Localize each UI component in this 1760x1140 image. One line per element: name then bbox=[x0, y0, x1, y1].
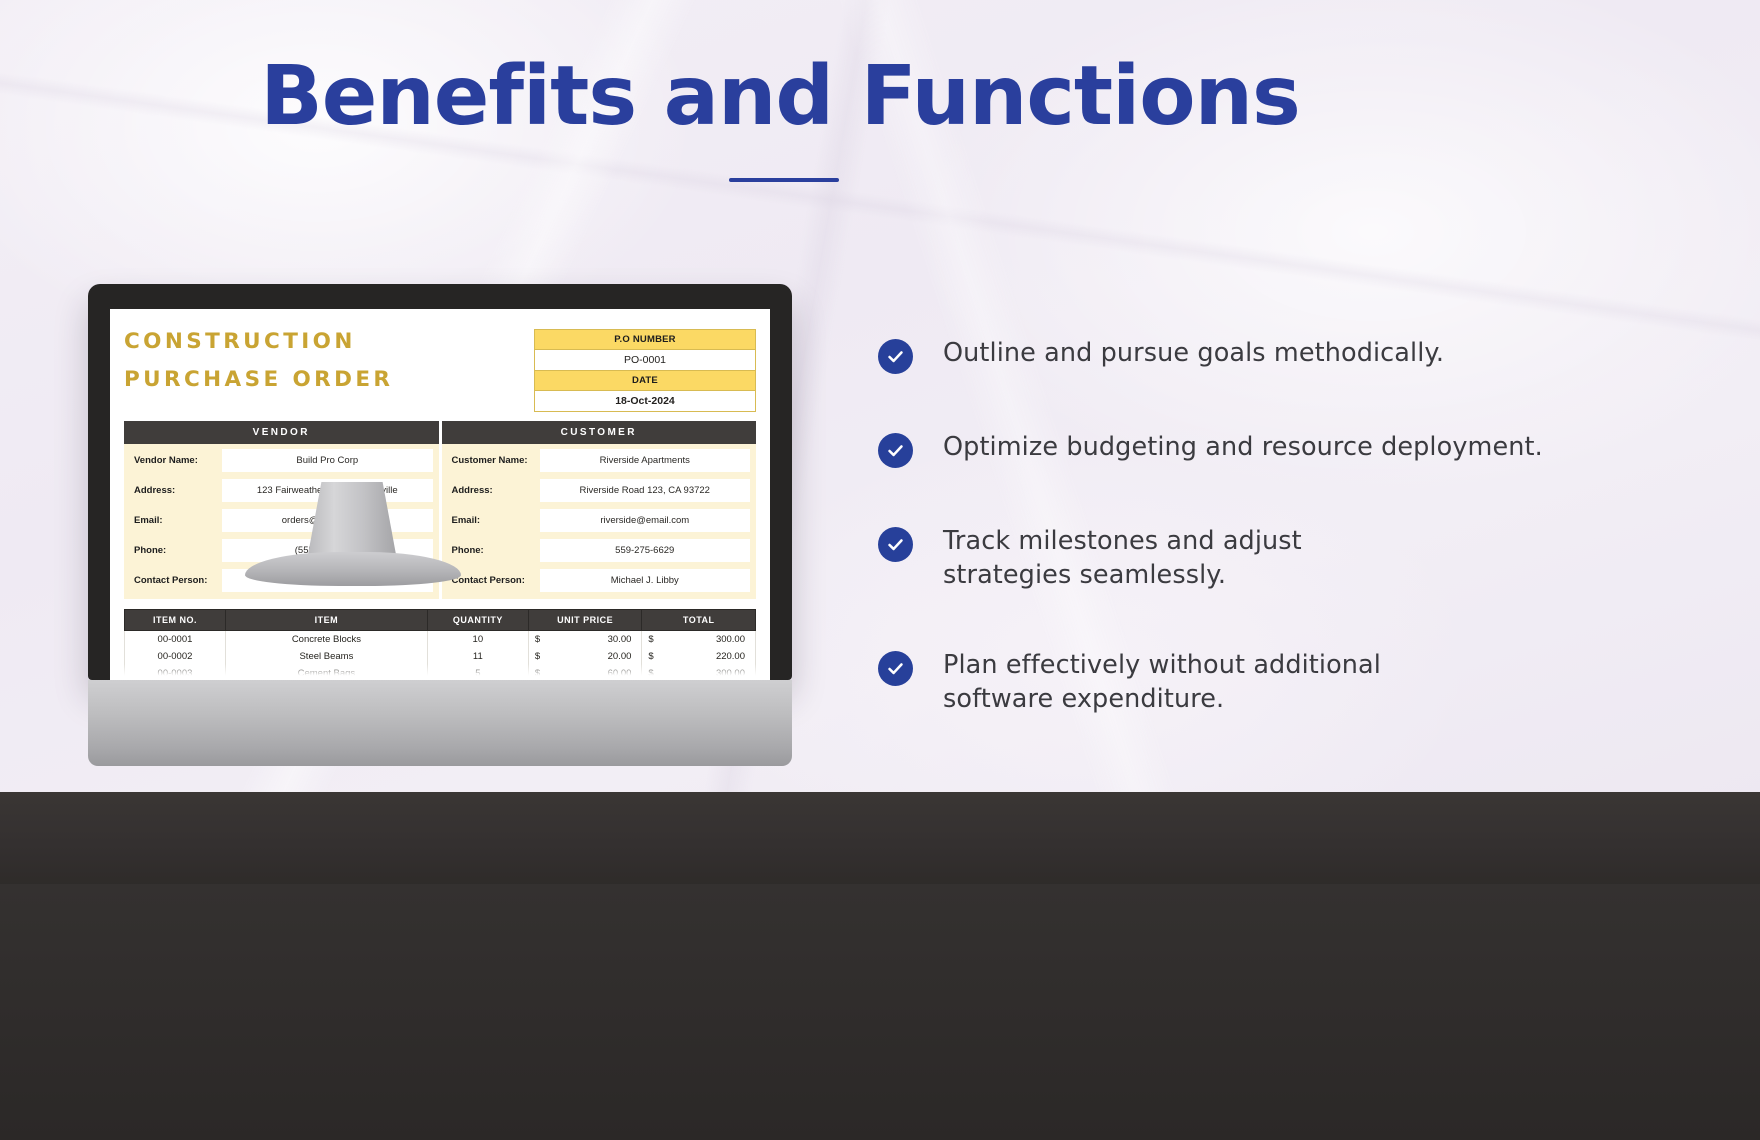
cell-item: Concrete Blocks bbox=[224, 630, 428, 648]
cell-total: 300.00 bbox=[715, 634, 745, 645]
cell-item-no: 00-0002 bbox=[124, 648, 226, 665]
vendor-name-row: Vendor Name: Build Pro Corp bbox=[130, 449, 433, 472]
customer-name-row: Customer Name: Riverside Apartments bbox=[448, 449, 750, 472]
customer-phone-label: Phone: bbox=[451, 545, 484, 556]
cell-item: Cement Bags bbox=[224, 665, 428, 680]
cell-total-currency: $ bbox=[648, 651, 654, 662]
column-header-item-no: ITEM NO. bbox=[124, 609, 226, 631]
desk-front-panel bbox=[0, 884, 1760, 1140]
document-title-line2: PURCHASE ORDER bbox=[124, 366, 394, 392]
title-underline-rule bbox=[729, 178, 839, 182]
cell-quantity: 11 bbox=[426, 648, 529, 665]
cell-unit-currency: $ bbox=[534, 634, 541, 645]
cell-unit-price: 30.00 bbox=[607, 634, 632, 645]
customer-name-label: Customer Name: bbox=[451, 455, 528, 466]
purchase-order-document: CONSTRUCTION PURCHASE ORDER P.O NUMBER P… bbox=[110, 309, 770, 680]
list-item-label: Optimize budgeting and resource deployme… bbox=[943, 432, 1543, 462]
vendor-phone-label: Phone: bbox=[134, 545, 167, 556]
cell-total-currency: $ bbox=[648, 668, 654, 679]
list-item-label: Outline and pursue goals methodically. bbox=[943, 338, 1445, 368]
list-item: Optimize budgeting and resource deployme… bbox=[878, 430, 1558, 468]
customer-phone-row: Phone: 559-275-6629 bbox=[448, 539, 750, 562]
customer-contact-value[interactable]: Michael J. Libby bbox=[539, 569, 750, 592]
table-header-row: ITEM NO. ITEM QUANTITY UNIT PRICE TOTAL bbox=[124, 609, 756, 631]
cell-unit-currency: $ bbox=[534, 668, 541, 679]
vendor-address-row: Address: 123 Fairweather Avenue, Cityvil… bbox=[130, 479, 433, 502]
cell-item-no: 00-0001 bbox=[124, 630, 226, 648]
cell-item: Steel Beams bbox=[224, 648, 428, 665]
customer-contact-label: Contact Person: bbox=[451, 575, 525, 586]
check-circle-icon bbox=[878, 527, 913, 562]
monitor-screen[interactable]: CONSTRUCTION PURCHASE ORDER P.O NUMBER P… bbox=[110, 309, 770, 680]
monitor-bezel: CONSTRUCTION PURCHASE ORDER P.O NUMBER P… bbox=[88, 284, 792, 680]
cell-quantity: 5 bbox=[426, 665, 529, 680]
document-title: CONSTRUCTION PURCHASE ORDER bbox=[124, 323, 393, 398]
customer-email-row: Email: riverside@email.com bbox=[448, 509, 750, 532]
vendor-heading: VENDOR bbox=[124, 421, 439, 444]
monitor-stand-base bbox=[245, 552, 461, 586]
table-row[interactable]: 00-0003 Cement Bags 5 $60.00 $300.00 bbox=[124, 665, 756, 680]
table-row[interactable]: 00-0002 Steel Beams 11 $20.00 $220.00 bbox=[124, 648, 756, 665]
vendor-email-label: Email: bbox=[134, 515, 163, 526]
cell-total: 300.00 bbox=[715, 668, 745, 679]
customer-email-label: Email: bbox=[451, 515, 481, 526]
customer-phone-value[interactable]: 559-275-6629 bbox=[539, 539, 750, 562]
table-row[interactable]: 00-0001 Concrete Blocks 10 $30.00 $300.0… bbox=[124, 630, 756, 648]
list-item: Plan effectively without additional soft… bbox=[878, 648, 1558, 716]
po-info-box: P.O NUMBER PO-0001 DATE 18-Oct-2024 bbox=[534, 329, 756, 412]
list-item: Outline and pursue goals methodically. bbox=[878, 336, 1558, 374]
customer-fields: Customer Name: Riverside Apartments Addr… bbox=[441, 444, 756, 599]
list-item-label: Plan effectively without additional soft… bbox=[943, 650, 1381, 715]
po-number-label: P.O NUMBER bbox=[534, 329, 756, 350]
column-header-item: ITEM bbox=[224, 609, 428, 631]
document-title-line1: CONSTRUCTION bbox=[124, 329, 356, 354]
vendor-name-label: Vendor Name: bbox=[134, 455, 198, 466]
customer-name-value[interactable]: Riverside Apartments bbox=[539, 449, 750, 472]
cell-total: 220.00 bbox=[715, 651, 745, 662]
customer-address-value[interactable]: Riverside Road 123, CA 93722 bbox=[539, 479, 750, 502]
benefits-list: Outline and pursue goals methodically. O… bbox=[878, 336, 1558, 717]
vendor-contact-label: Contact Person: bbox=[134, 575, 208, 586]
cell-item-no: 00-0003 bbox=[124, 665, 226, 680]
cell-unit-price: 20.00 bbox=[607, 651, 632, 662]
vendor-name-value[interactable]: Build Pro Corp bbox=[222, 449, 433, 472]
customer-address-row: Address: Riverside Road 123, CA 93722 bbox=[448, 479, 750, 502]
customer-heading: CUSTOMER bbox=[441, 421, 756, 444]
check-circle-icon bbox=[878, 433, 913, 468]
cell-unit-price: 60.00 bbox=[607, 668, 632, 679]
column-header-quantity: QUANTITY bbox=[426, 609, 529, 631]
desktop-monitor: CONSTRUCTION PURCHASE ORDER P.O NUMBER P… bbox=[88, 284, 792, 766]
customer-contact-row: Contact Person: Michael J. Libby bbox=[448, 569, 750, 592]
check-circle-icon bbox=[878, 651, 913, 687]
list-item: Track milestones and adjust strategies s… bbox=[878, 524, 1558, 592]
line-items-table: ITEM NO. ITEM QUANTITY UNIT PRICE TOTAL … bbox=[124, 609, 756, 680]
po-date-value[interactable]: 18-Oct-2024 bbox=[534, 391, 756, 412]
monitor-stand-neck bbox=[307, 482, 397, 560]
cell-quantity: 10 bbox=[426, 630, 529, 648]
cell-total-currency: $ bbox=[648, 634, 654, 645]
po-date-label: DATE bbox=[534, 371, 756, 391]
cell-unit-currency: $ bbox=[534, 651, 541, 662]
monitor-chin bbox=[88, 680, 792, 766]
document-header: CONSTRUCTION PURCHASE ORDER P.O NUMBER P… bbox=[124, 323, 756, 412]
list-item-label: Track milestones and adjust strategies s… bbox=[943, 526, 1302, 591]
customer-email-value[interactable]: riverside@email.com bbox=[539, 509, 750, 532]
vendor-address-label: Address: bbox=[134, 485, 176, 496]
customer-column: CUSTOMER Customer Name: Riverside Apartm… bbox=[441, 421, 756, 599]
customer-address-label: Address: bbox=[451, 485, 493, 496]
po-number-value[interactable]: PO-0001 bbox=[534, 350, 756, 371]
desk-surface bbox=[0, 792, 1760, 887]
check-circle-icon bbox=[878, 339, 913, 374]
page-title: Benefits and Functions bbox=[260, 49, 1301, 144]
column-header-total: TOTAL bbox=[641, 609, 756, 631]
column-header-unit-price: UNIT PRICE bbox=[527, 609, 643, 631]
